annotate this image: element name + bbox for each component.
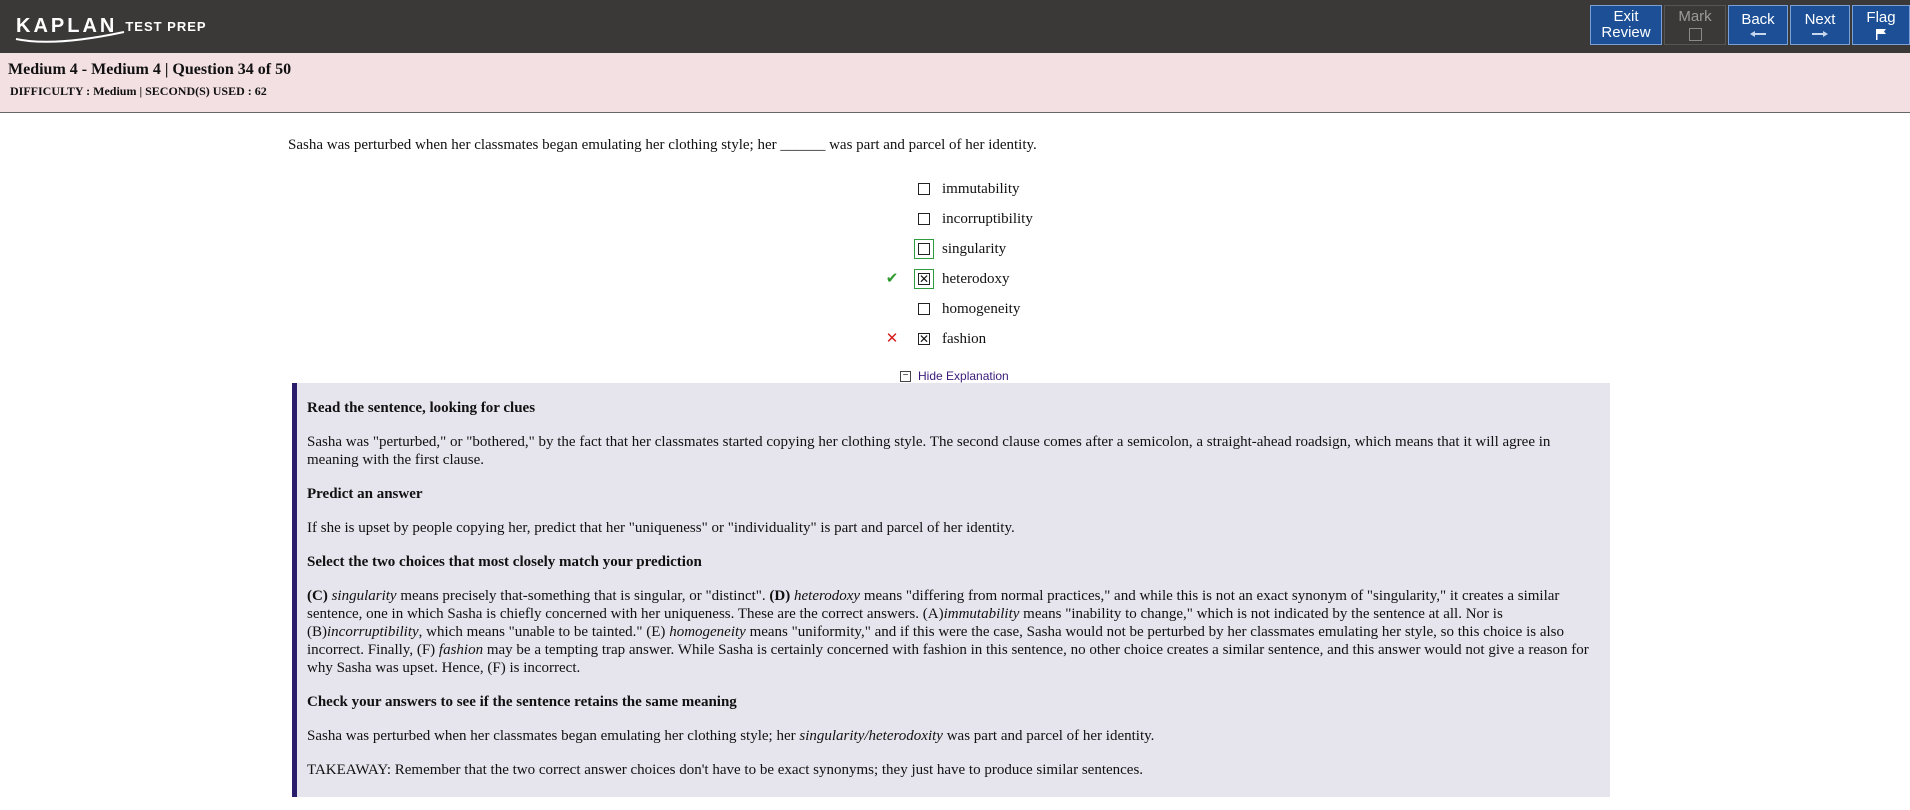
top-bar: KAPLAN TEST PREP Exit Review Mark Back N… [0,0,1910,53]
choice-tag-d: (D) [769,588,791,604]
next-button[interactable]: Next [1790,5,1850,45]
checkbox-a[interactable] [918,183,930,195]
exit-review-button[interactable]: Exit Review [1590,5,1662,45]
arrow-left-icon [1750,31,1766,37]
text-b: , which means "unable to be tainted." (E… [418,624,670,640]
checkbox-f-checked[interactable]: ✕ [918,333,930,345]
choice-tag-c: (C) [307,588,328,604]
answer-choices: immutability incorruptibility singularit… [880,174,1033,354]
x-mark-icon: ✕ [885,329,899,347]
term-fashion: fashion [438,642,484,658]
nav-buttons: Exit Review Mark Back Next Flag [1590,5,1910,45]
collapse-icon: − [900,370,911,382]
term-homogeneity: homogeneity [669,624,746,640]
choice-heterodoxy[interactable]: ✔ ✕ heterodoxy [880,264,1033,294]
hide-explanation-label: Hide Explanation [918,369,1009,383]
choice-label: singularity [942,240,1007,257]
logo-swoosh-icon [15,31,125,43]
explanation-heading-2: Predict an answer [307,486,423,502]
checkbox-c[interactable] [918,243,930,255]
mark-button[interactable]: Mark [1664,5,1726,45]
logo-sub: TEST PREP [125,18,207,34]
explanation-heading-1: Read the sentence, looking for clues [307,400,536,416]
exit-label-line2: Review [1601,24,1651,41]
explanation-paragraph-3: (C) singularity means precisely that-som… [307,587,1598,677]
term-incorruptibility: incorruptibility [327,624,419,640]
explanation-paragraph-1: Sasha was "perturbed," or "bothered," by… [307,434,1551,468]
explanation-paragraph-2: If she is upset by people copying her, p… [307,520,1015,536]
flag-icon [1876,29,1886,40]
question-text: Sasha was perturbed when her classmates … [288,137,1037,153]
choice-label: homogeneity [942,300,1021,317]
flag-button[interactable]: Flag [1852,5,1910,45]
check-sentence-post: was part and parcel of her identity. [942,728,1155,744]
text-f: may be a tempting trap answer. While Sas… [307,642,1589,676]
choice-singularity[interactable]: singularity [880,234,1033,264]
choice-fashion[interactable]: ✕ ✕ fashion [880,324,1033,354]
choice-incorruptibility[interactable]: incorruptibility [880,204,1033,234]
explanation-paragraph-4: Sasha was perturbed when her classmates … [307,727,1598,745]
mark-checkbox-icon [1688,28,1702,41]
choice-label: heterodoxy [942,270,1010,287]
choice-label: immutability [942,180,1020,197]
arrow-right-icon [1812,31,1828,37]
term-singularity: singularity [331,588,397,604]
flag-label: Flag [1866,9,1896,26]
back-button[interactable]: Back [1728,5,1788,45]
difficulty-info: DIFFICULTY : Medium | SECOND(S) USED : 6… [10,84,267,98]
takeaway-text: TAKEAWAY: Remember that the two correct … [307,762,1144,778]
explanation-heading-4: Check your answers to see if the sentenc… [307,694,737,710]
choice-label: incorruptibility [942,210,1033,227]
question-title: Medium 4 - Medium 4 | Question 34 of 50 [8,61,292,78]
next-label: Next [1804,11,1836,28]
check-sentence-answer: singularity/heterodoxity [799,728,943,744]
checkbox-b[interactable] [918,213,930,225]
explanation-heading-3: Select the two choices that most closely… [307,554,702,570]
exit-label-line1: Exit [1613,8,1639,25]
choice-immutability[interactable]: immutability [880,174,1033,204]
explanation-panel: Read the sentence, looking for clues Sas… [292,383,1610,797]
check-sentence-pre: Sasha was perturbed when her classmates … [307,728,800,744]
term-immutability: immutability [943,606,1020,622]
checkbox-e[interactable] [918,303,930,315]
checkbox-d-checked[interactable]: ✕ [918,273,930,285]
checkmark-icon: ✔ [885,269,899,287]
question-info-bar: Medium 4 - Medium 4 | Question 34 of 50 … [0,53,1910,113]
choice-homogeneity[interactable]: homogeneity [880,294,1033,324]
kaplan-logo: KAPLAN TEST PREP [15,10,207,43]
choice-label: fashion [942,330,987,347]
mark-label: Mark [1678,8,1712,25]
text-c: means precisely that-something that is s… [396,588,770,604]
hide-explanation-link[interactable]: − Hide Explanation [900,369,1009,383]
back-label: Back [1741,11,1775,28]
term-heterodoxy: heterodoxy [794,588,861,604]
